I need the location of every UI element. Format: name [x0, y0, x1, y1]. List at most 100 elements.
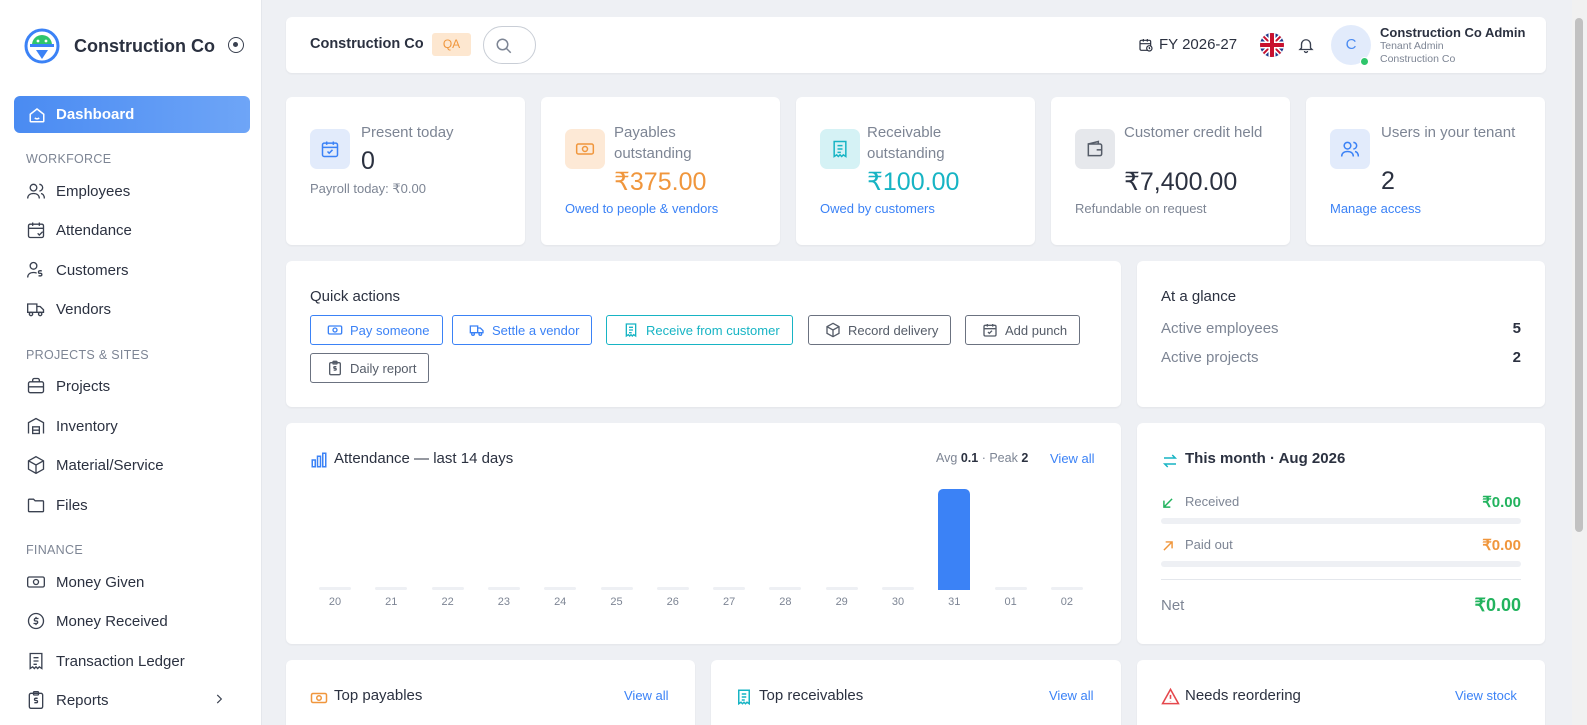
- chart-bar[interactable]: [487, 587, 520, 590]
- stat-link[interactable]: Manage access: [1330, 201, 1421, 216]
- environment-badge: QA: [432, 33, 471, 56]
- sidebar-item-money-given[interactable]: Money Given: [26, 570, 246, 594]
- brand[interactable]: Construction Co: [24, 28, 215, 64]
- stat-link[interactable]: Owed by customers: [820, 201, 935, 216]
- chart-x-tick: 20: [328, 596, 342, 608]
- receipt-icon: [738, 689, 750, 706]
- chart-bar[interactable]: [656, 587, 689, 590]
- sidebar-item-label: Files: [56, 496, 88, 514]
- search-button[interactable]: [483, 26, 536, 64]
- chart-bar[interactable]: [769, 587, 802, 590]
- receive-from-customer-button[interactable]: Receive from customer: [606, 315, 793, 345]
- truck-icon: [27, 303, 45, 317]
- pay-someone-button[interactable]: Pay someone: [310, 315, 443, 345]
- sidebar-item-employees[interactable]: Employees: [26, 179, 246, 203]
- chart-bar[interactable]: [319, 587, 351, 590]
- chart-x-tick: 23: [497, 596, 511, 608]
- chart-x-tick: 29: [835, 596, 848, 608]
- receivables-view-all-link[interactable]: View all: [1049, 688, 1094, 703]
- nav-section-finance: FINANCE: [26, 543, 83, 557]
- package-icon: [826, 322, 840, 338]
- sidebar-item-label: Employees: [56, 182, 131, 200]
- glance-row-projects: Active projects 2: [1161, 349, 1521, 366]
- arrow-up-right-icon: [1163, 541, 1173, 551]
- paid-out-value: ₹0.00: [1482, 537, 1521, 554]
- stat-value: ₹375.00: [614, 168, 707, 196]
- topbar: Construction Co QA FY 2026-27 C Construc…: [286, 17, 1546, 73]
- language-flag-icon[interactable]: [1260, 33, 1284, 57]
- stat-sub: Refundable on request: [1075, 201, 1207, 216]
- sidebar-item-inventory[interactable]: Inventory: [26, 414, 246, 438]
- button-label: Settle a vendor: [492, 322, 580, 338]
- sidebar-item-reports[interactable]: Reports: [26, 688, 246, 712]
- chart-bar[interactable]: [1050, 587, 1083, 590]
- stat-card-receivables: Receivable outstanding ₹100.00 Owed by c…: [796, 97, 1035, 245]
- user-name[interactable]: Construction Co Admin: [1380, 25, 1525, 40]
- scrollbar-thumb[interactable]: [1575, 18, 1583, 532]
- sidebar-item-customers[interactable]: Customers: [26, 258, 246, 282]
- view-stock-link[interactable]: View stock: [1455, 688, 1517, 703]
- sidebar-collapse-icon[interactable]: [228, 37, 244, 53]
- record-delivery-button[interactable]: Record delivery: [808, 315, 952, 345]
- payables-view-all-link[interactable]: View all: [624, 688, 669, 703]
- sidebar-item-dashboard[interactable]: Dashboard: [14, 96, 250, 133]
- chart-x-tick: 26: [666, 596, 679, 608]
- bell-icon[interactable]: [1297, 36, 1315, 54]
- glance-row-employees: Active employees 5: [1161, 320, 1521, 337]
- sidebar-item-attendance[interactable]: Attendance: [26, 218, 246, 242]
- needs-reordering-card: Needs reordering View stock: [1137, 660, 1545, 725]
- chart-bar[interactable]: [938, 489, 971, 590]
- sidebar-item-transaction-ledger[interactable]: Transaction Ledger: [26, 649, 246, 673]
- chart-bar[interactable]: [375, 587, 408, 590]
- settle-vendor-button[interactable]: Settle a vendor: [452, 315, 593, 345]
- sidebar-item-projects[interactable]: Projects: [26, 374, 246, 398]
- chart-x-tick: 24: [554, 596, 567, 608]
- dollar-circle-icon: [27, 612, 45, 630]
- top-receivables-card: Top receivables View all: [711, 660, 1121, 725]
- net-label: Net: [1161, 597, 1185, 614]
- warehouse-icon: [27, 417, 45, 435]
- glance-label: Active projects: [1161, 349, 1259, 366]
- stat-value: 0: [361, 147, 375, 175]
- sidebar-item-money-received[interactable]: Money Received: [26, 609, 246, 633]
- chevron-right-icon[interactable]: [212, 692, 226, 706]
- chart-x-tick: 25: [610, 596, 623, 608]
- cash-icon: [27, 576, 45, 588]
- stat-value: ₹7,400.00: [1124, 168, 1238, 196]
- chart-bar[interactable]: [431, 587, 464, 590]
- chart-x-tick: 31: [948, 596, 961, 608]
- fiscal-year-selector[interactable]: FY 2026-27: [1138, 36, 1237, 53]
- chart-bar[interactable]: [882, 587, 914, 590]
- sidebar-item-label: Dashboard: [56, 106, 135, 123]
- top-payables-title: Top payables: [334, 687, 423, 704]
- sidebar: Construction Co Dashboard WORKFORCE Empl…: [0, 0, 262, 725]
- online-status-dot: [1360, 57, 1369, 66]
- button-label: Record delivery: [848, 322, 939, 338]
- add-punch-button[interactable]: Add punch: [965, 315, 1081, 345]
- sidebar-item-label: Projects: [56, 377, 111, 395]
- chart-bar[interactable]: [825, 587, 858, 590]
- sidebar-item-vendors[interactable]: Vendors: [26, 297, 246, 321]
- chart-bar[interactable]: [544, 587, 577, 590]
- stat-link[interactable]: Owed to people & vendors: [565, 201, 718, 216]
- daily-report-button[interactable]: Daily report: [310, 353, 430, 383]
- clipboard-dollar-icon: [28, 691, 44, 709]
- stat-label: Users in your tenant: [1381, 124, 1516, 141]
- exchange-arrows-icon: [1162, 454, 1178, 468]
- paid-out-label: Paid out: [1185, 537, 1233, 552]
- home-icon: [29, 107, 45, 122]
- brand-name: Construction Co: [74, 35, 215, 56]
- chart-bar[interactable]: [600, 587, 633, 590]
- received-label: Received: [1185, 494, 1240, 509]
- chart-bar[interactable]: [994, 587, 1027, 590]
- sidebar-item-files[interactable]: Files: [26, 493, 246, 517]
- attendance-chart-card: Attendance — last 14 days Avg 0.1 · Peak…: [286, 423, 1121, 644]
- sidebar-item-label: Vendors: [56, 300, 112, 318]
- chart-bar[interactable]: [713, 587, 746, 590]
- stat-card-present-today: Present today 0 Payroll today: ₹0.00: [286, 97, 525, 245]
- chart-x-tick: 02: [1060, 596, 1074, 608]
- stat-value: ₹100.00: [867, 168, 960, 196]
- received-value: ₹0.00: [1482, 494, 1521, 511]
- chart-x-tick: 30: [891, 596, 905, 608]
- sidebar-item-material-service[interactable]: Material/Service: [26, 453, 246, 477]
